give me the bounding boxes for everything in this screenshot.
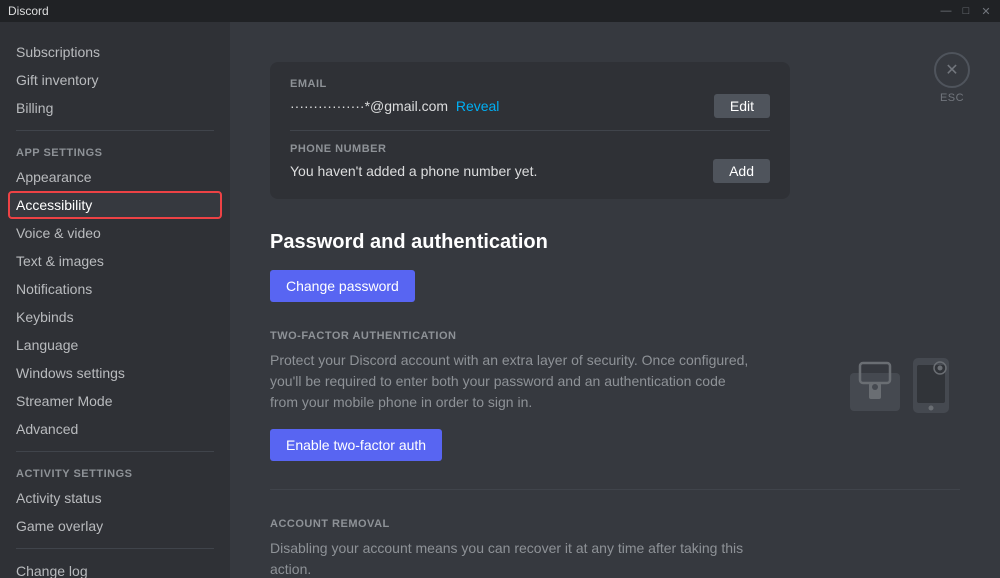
tfa-illustration xyxy=(840,350,960,420)
sidebar-item-activity-status[interactable]: Activity status xyxy=(8,484,222,512)
tfa-label: TWO-FACTOR AUTHENTICATION xyxy=(270,330,960,342)
sidebar-divider-3 xyxy=(16,548,214,549)
sidebar-item-text-images[interactable]: Text & images xyxy=(8,247,222,275)
email-reveal-link[interactable]: Reveal xyxy=(456,98,500,114)
esc-button[interactable]: ✕ ESC xyxy=(934,52,970,104)
phone-row: You haven't added a phone number yet. Ad… xyxy=(290,159,770,183)
sidebar-item-advanced[interactable]: Advanced xyxy=(8,415,222,443)
title-bar: Discord — □ ✕ xyxy=(0,0,1000,22)
sidebar-item-language[interactable]: Language xyxy=(8,331,222,359)
esc-label: ESC xyxy=(940,92,964,104)
email-label: EMAIL xyxy=(290,78,770,90)
section-divider xyxy=(270,489,960,490)
sidebar-item-game-overlay[interactable]: Game overlay xyxy=(8,512,222,540)
account-removal-label: ACCOUNT REMOVAL xyxy=(270,518,960,530)
app-body: Subscriptions Gift inventory Billing APP… xyxy=(0,22,1000,578)
esc-circle-icon: ✕ xyxy=(934,52,970,88)
sidebar-item-keybinds[interactable]: Keybinds xyxy=(8,303,222,331)
activity-settings-label: ACTIVITY SETTINGS xyxy=(8,460,222,484)
sidebar-divider-2 xyxy=(16,451,214,452)
account-info-card: EMAIL ················*@gmail.com Reveal… xyxy=(270,62,790,199)
close-button[interactable]: ✕ xyxy=(980,5,992,17)
sidebar-item-change-log[interactable]: Change log xyxy=(8,557,222,578)
app-settings-label: APP SETTINGS xyxy=(8,139,222,163)
sidebar-item-notifications[interactable]: Notifications xyxy=(8,275,222,303)
sidebar-item-voice-video[interactable]: Voice & video xyxy=(8,219,222,247)
minimize-button[interactable]: — xyxy=(940,5,952,17)
sidebar-divider-1 xyxy=(16,130,214,131)
change-password-button[interactable]: Change password xyxy=(270,270,415,302)
field-divider xyxy=(290,130,770,131)
phone-value: You haven't added a phone number yet. xyxy=(290,163,537,179)
window-controls: — □ ✕ xyxy=(940,5,992,17)
account-removal-desc: Disabling your account means you can rec… xyxy=(270,538,750,578)
sidebar-item-appearance[interactable]: Appearance xyxy=(8,163,222,191)
tfa-section: Protect your Discord account with an ext… xyxy=(270,350,960,461)
sidebar-item-subscriptions[interactable]: Subscriptions xyxy=(8,38,222,66)
tfa-description: Protect your Discord account with an ext… xyxy=(270,350,750,413)
email-value: ················*@gmail.com Reveal xyxy=(290,98,499,114)
email-field: EMAIL ················*@gmail.com Reveal… xyxy=(290,78,770,118)
enable-tfa-button[interactable]: Enable two-factor auth xyxy=(270,429,442,461)
maximize-button[interactable]: □ xyxy=(960,5,972,17)
main-content: ✕ ESC EMAIL ················*@gmail.com … xyxy=(230,22,1000,578)
phone-field: PHONE NUMBER You haven't added a phone n… xyxy=(290,143,770,183)
sidebar-item-billing[interactable]: Billing xyxy=(8,94,222,122)
sidebar-item-streamer-mode[interactable]: Streamer Mode xyxy=(8,387,222,415)
email-row: ················*@gmail.com Reveal Edit xyxy=(290,94,770,118)
edit-email-button[interactable]: Edit xyxy=(714,94,770,118)
tfa-icon xyxy=(845,353,955,418)
email-masked: ················*@gmail.com xyxy=(290,98,448,114)
tfa-text: Protect your Discord account with an ext… xyxy=(270,350,840,461)
sidebar: Subscriptions Gift inventory Billing APP… xyxy=(0,22,230,578)
phone-label: PHONE NUMBER xyxy=(290,143,770,155)
password-section-title: Password and authentication xyxy=(270,231,960,254)
sidebar-item-windows-settings[interactable]: Windows settings xyxy=(8,359,222,387)
sidebar-item-gift-inventory[interactable]: Gift inventory xyxy=(8,66,222,94)
add-phone-button[interactable]: Add xyxy=(713,159,770,183)
app-title: Discord xyxy=(8,4,49,18)
sidebar-item-accessibility[interactable]: Accessibility xyxy=(8,191,222,219)
